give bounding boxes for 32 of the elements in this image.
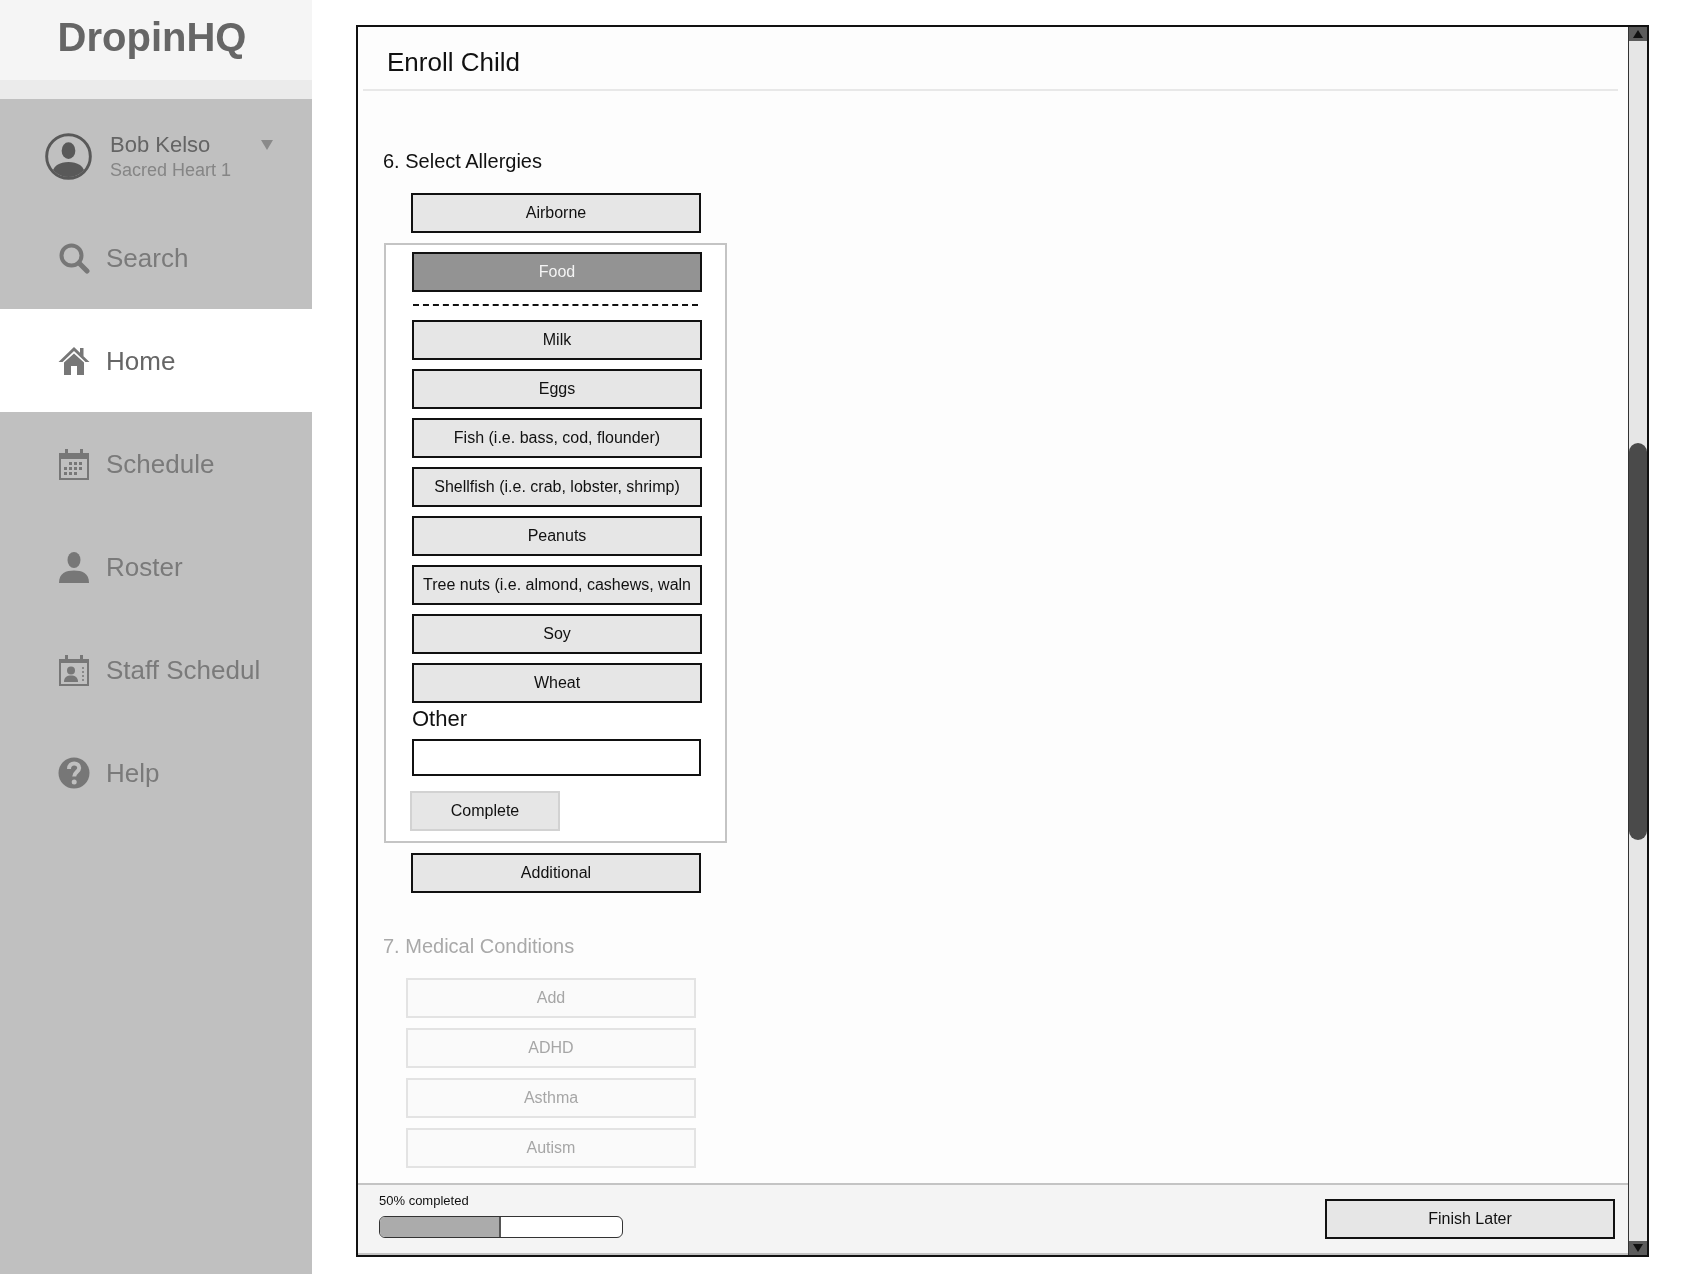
scrollbar-thumb[interactable] <box>1629 443 1647 840</box>
scrollbar-track[interactable] <box>1628 27 1647 1255</box>
nav-item[interactable]: Home <box>0 309 312 412</box>
user-name: Bob Kelso <box>110 133 211 157</box>
section-heading: 6. Select Allergies <box>383 149 542 173</box>
other-label: Other <box>412 706 468 732</box>
search-icon <box>58 241 90 274</box>
page-title: Enroll Child <box>387 47 520 77</box>
allergy-option-button[interactable]: Tree nuts (i.e. almond, cashews, waln <box>412 565 702 605</box>
finish-later-button[interactable]: Finish Later <box>1325 1199 1615 1239</box>
app-logo[interactable]: DropinHQ <box>57 14 247 60</box>
category-button[interactable]: Additional <box>411 853 701 893</box>
help-icon <box>58 756 90 789</box>
allergy-option-button[interactable]: Peanuts <box>412 516 702 556</box>
allergy-option-button[interactable]: Milk <box>412 320 702 360</box>
home-icon <box>58 344 90 377</box>
progress-label: 50% completed <box>379 1193 469 1209</box>
calendar-icon <box>58 447 90 480</box>
other-input-field[interactable] <box>412 739 701 776</box>
allergy-option-button[interactable]: Shellfish (i.e. crab, lobster, shrimp) <box>412 467 702 507</box>
category-button[interactable]: Airborne <box>411 193 701 233</box>
caret-icon[interactable] <box>261 140 274 150</box>
section-heading: 7. Medical Conditions <box>383 934 575 958</box>
allergy-option-button[interactable]: Eggs <box>412 369 702 409</box>
person-icon <box>58 550 90 583</box>
calendar-person-icon <box>58 653 90 686</box>
complete-button[interactable]: Complete <box>410 791 560 831</box>
user-avatar-icon <box>45 133 92 180</box>
allergy-option-button[interactable]: Fish (i.e. bass, cod, flounder) <box>412 418 702 458</box>
allergy-option-button[interactable]: Wheat <box>412 663 702 703</box>
user-location: Sacred Heart 1 <box>110 160 232 180</box>
allergy-option-button[interactable]: Soy <box>412 614 702 654</box>
